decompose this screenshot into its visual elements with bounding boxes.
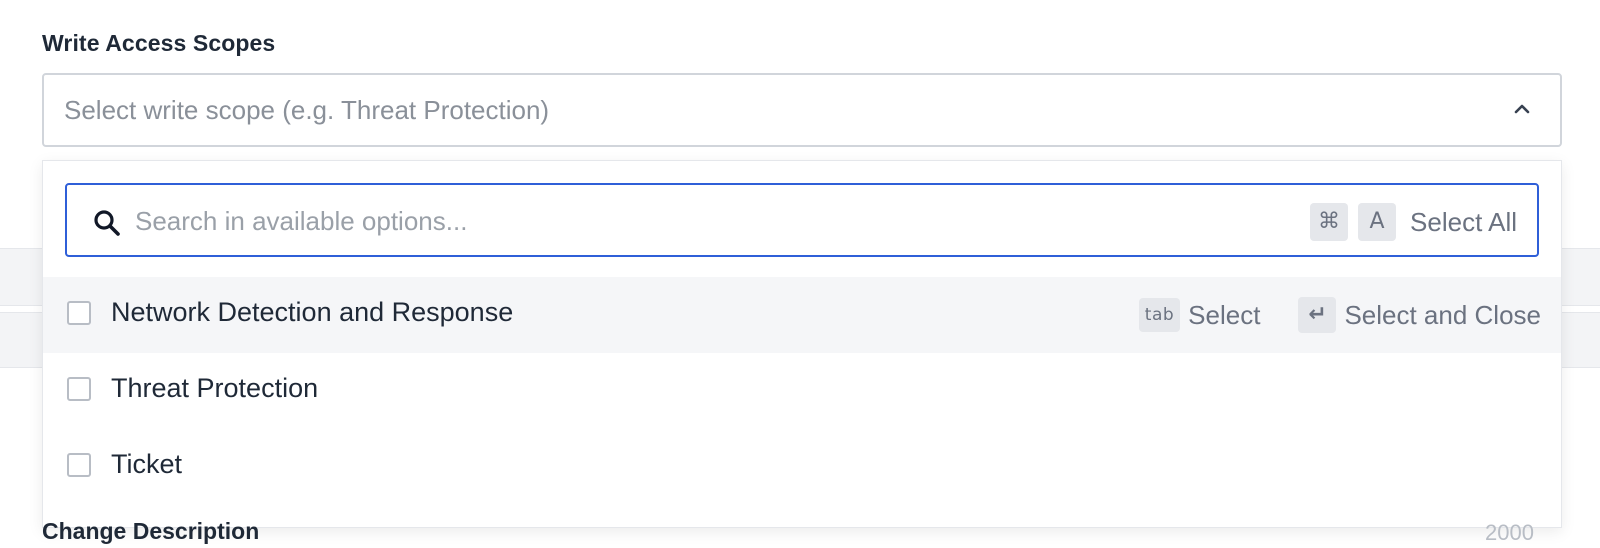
write-access-scopes-label: Write Access Scopes <box>42 30 276 56</box>
keyboard-hints: tab Select ↵ Select and Close <box>1138 295 1541 335</box>
a-key-badge: A <box>1358 203 1397 241</box>
search-icon <box>94 210 120 236</box>
change-description-label: Change Description <box>42 518 260 544</box>
write-scope-select[interactable]: Select write scope (e.g. Threat Protecti… <box>42 73 1562 147</box>
option-label: Threat Protection <box>111 373 319 403</box>
options-dropdown: ⌘ A Select All Network Detection and Res… <box>42 160 1562 528</box>
tab-hint-label: Select <box>1188 299 1261 330</box>
page: Write Access Scopes Select write scope (… <box>0 0 1600 548</box>
tab-select-hint: tab Select <box>1138 298 1261 332</box>
enter-key-icon: ↵ <box>1298 297 1337 333</box>
cmd-key-badge: ⌘ <box>1310 203 1349 241</box>
enter-hint-label: Select and Close <box>1344 299 1541 330</box>
character-counter: 2000 <box>1485 520 1534 545</box>
chevron-up-icon[interactable] <box>1512 99 1532 119</box>
select-all-shortcut[interactable]: ⌘ A Select All <box>1310 202 1517 242</box>
checkbox[interactable] <box>67 377 91 401</box>
tab-key-badge: tab <box>1138 298 1181 332</box>
enter-select-close-hint: ↵ Select and Close <box>1298 297 1541 333</box>
options-list: Network Detection and Response tab Selec… <box>43 277 1561 505</box>
select-placeholder: Select write scope (e.g. Threat Protecti… <box>64 95 550 125</box>
option-label: Ticket <box>111 449 183 479</box>
option-ticket[interactable]: Ticket <box>43 429 1561 505</box>
select-all-label: Select All <box>1410 206 1517 237</box>
checkbox[interactable] <box>67 301 91 325</box>
checkbox[interactable] <box>67 453 91 477</box>
option-label: Network Detection and Response <box>111 297 514 327</box>
option-network-detection-and-response[interactable]: Network Detection and Response tab Selec… <box>43 277 1561 353</box>
search-input[interactable] <box>135 199 1235 243</box>
search-box[interactable]: ⌘ A Select All <box>65 183 1539 257</box>
option-threat-protection[interactable]: Threat Protection <box>43 353 1561 429</box>
